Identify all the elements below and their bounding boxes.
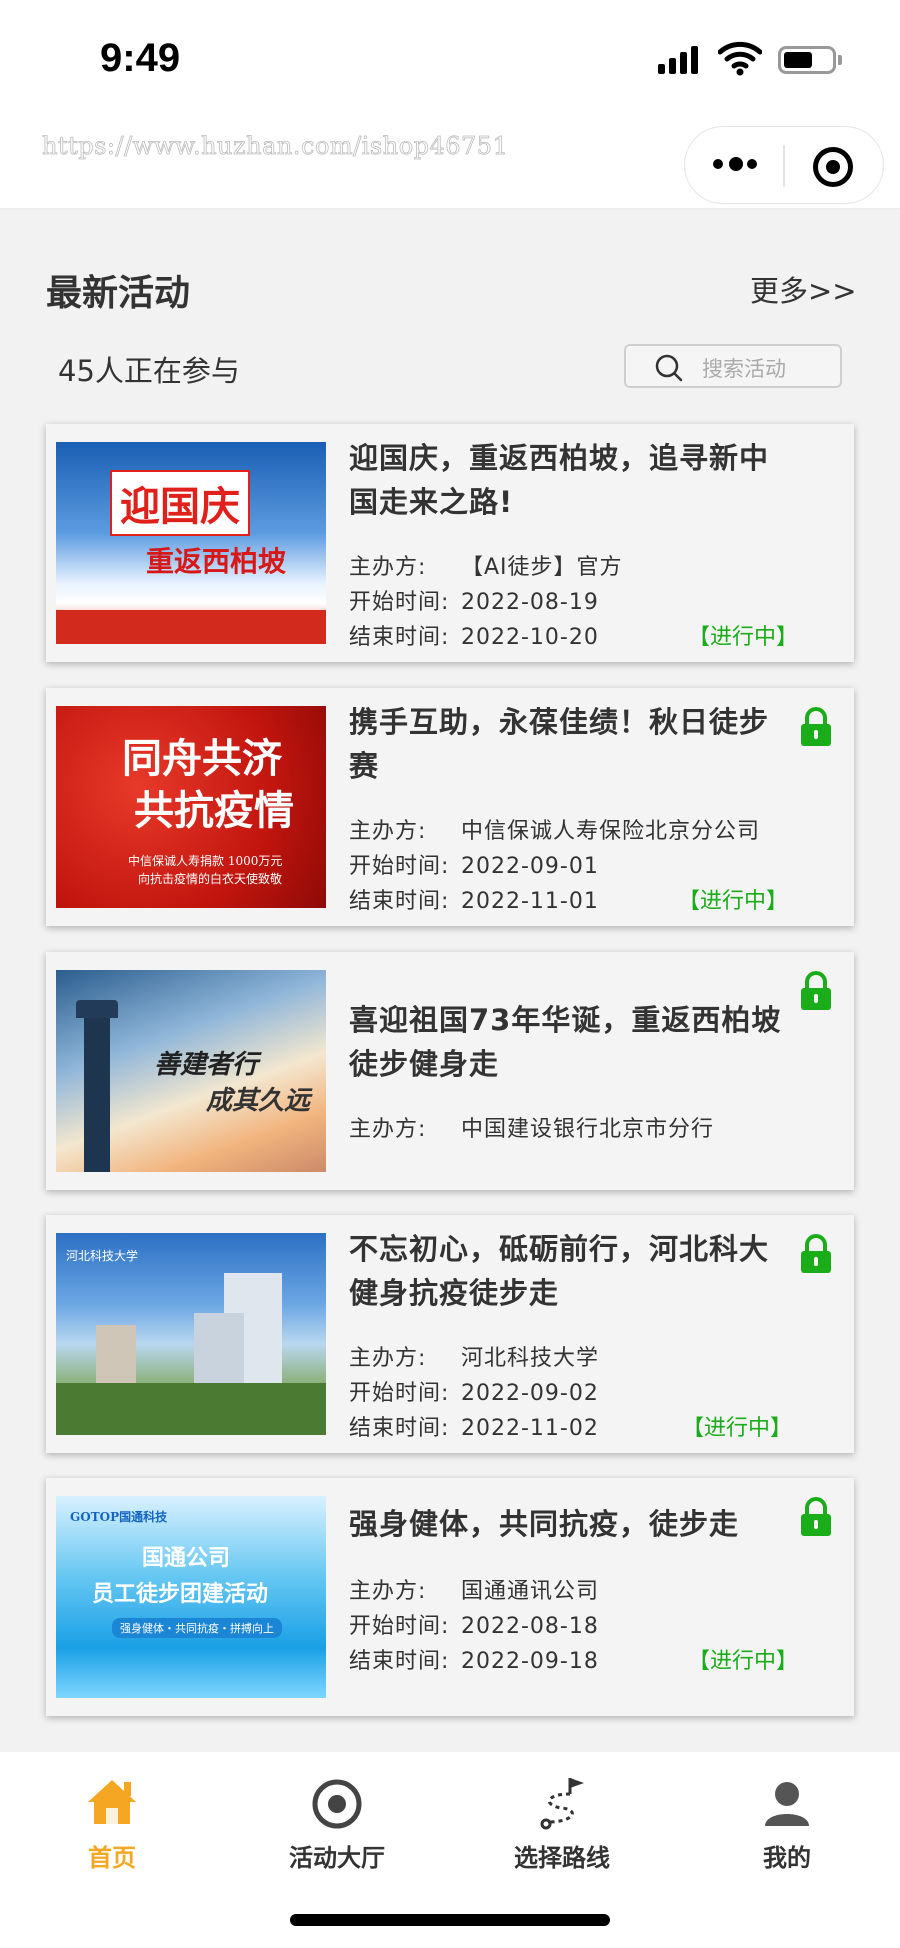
- status-badge: 【进行中】: [678, 889, 789, 914]
- end-label: 结束时间:: [349, 1649, 450, 1674]
- nav-bar: https://www.huzhan.com/ishop46751: [0, 110, 900, 210]
- lock-icon: [801, 1497, 831, 1536]
- end-date: 2022-11-01: [461, 889, 599, 914]
- end-label: 结束时间:: [349, 625, 450, 650]
- image-caption: 同舟共济: [122, 735, 282, 782]
- image-caption: 重返西柏坡: [146, 545, 287, 578]
- organizer-label: 主办方:: [349, 819, 427, 844]
- start-label: 开始时间:: [349, 590, 450, 615]
- close-miniprogram-icon[interactable]: [813, 147, 853, 187]
- activity-image: 善建者行 成其久远: [56, 970, 326, 1172]
- tab-label: 选择路线: [514, 1844, 610, 1872]
- url-watermark: https://www.huzhan.com/ishop46751: [42, 132, 509, 161]
- organizer-label: 主办方:: [349, 1117, 427, 1142]
- organizer-value: 中国建设银行北京市分行: [461, 1117, 715, 1142]
- activity-card[interactable]: 迎国庆 重返西柏坡 迎国庆，重返西柏坡，追寻新中国走来之路! 主办方: 【AI徒步…: [46, 424, 854, 662]
- status-time: 9:49: [100, 36, 181, 80]
- battery-icon: [778, 46, 836, 74]
- organizer-label: 主办方:: [349, 555, 427, 580]
- activity-image: 同舟共济 共抗疫情 中信保诚人寿捐款 1000万元 向抗击疫情的白衣天使致敬: [56, 706, 326, 908]
- activity-card[interactable]: 善建者行 成其久远 喜迎祖国73年华诞，重返西柏坡徒步健身走 主办方: 中国建设银…: [46, 952, 854, 1190]
- activity-card[interactable]: GOTOP国通科技 国通公司 员工徒步团建活动 强身健体・共同抗疫・拼搏向上 强…: [46, 1478, 854, 1716]
- lock-icon: [801, 971, 831, 1010]
- search-placeholder: 搜索活动: [702, 357, 786, 381]
- target-icon: [312, 1779, 362, 1829]
- status-badge: 【进行中】: [688, 625, 799, 650]
- more-link[interactable]: 更多>>: [750, 268, 857, 310]
- organizer-value: 河北科技大学: [461, 1346, 600, 1371]
- activity-title: 不忘初心，砥砺前行，河北科大健身抗疫徒步走: [349, 1232, 770, 1310]
- home-icon: [88, 1780, 136, 1824]
- search-input[interactable]: 搜索活动: [624, 344, 842, 388]
- image-caption: 迎国庆: [110, 470, 250, 536]
- start-label: 开始时间:: [349, 1381, 450, 1406]
- tab-label: 首页: [88, 1844, 136, 1872]
- end-date: 2022-09-18: [461, 1649, 599, 1674]
- tab-activity-hall[interactable]: 活动大厅: [247, 1766, 427, 1876]
- organizer-value: 国通通讯公司: [461, 1579, 600, 1604]
- start-label: 开始时间:: [349, 1614, 450, 1639]
- status-badge: 【进行中】: [682, 1416, 793, 1441]
- image-caption: 善建者行: [154, 1050, 259, 1080]
- user-icon: [765, 1782, 809, 1826]
- start-date: 2022-08-18: [461, 1614, 599, 1639]
- end-label: 结束时间:: [349, 1416, 450, 1441]
- status-bar: 9:49: [0, 0, 900, 110]
- image-caption: 共抗疫情: [134, 787, 294, 834]
- end-date: 2022-11-02: [461, 1416, 599, 1441]
- organizer-value: 【AI徒步】官方: [461, 555, 623, 580]
- image-caption: 成其久远: [206, 1086, 311, 1116]
- organizer-value: 中信保诚人寿保险北京分公司: [461, 819, 761, 844]
- end-date: 2022-10-20: [461, 625, 599, 650]
- activity-title: 喜迎祖国73年华诞，重返西柏坡徒步健身走: [349, 1003, 782, 1081]
- activity-card[interactable]: 同舟共济 共抗疫情 中信保诚人寿捐款 1000万元 向抗击疫情的白衣天使致敬 携…: [46, 688, 854, 926]
- image-caption: 河北科技大学: [66, 1249, 139, 1263]
- image-caption: 中信保诚人寿捐款 1000万元: [128, 854, 283, 868]
- end-label: 结束时间:: [349, 889, 450, 914]
- activity-title: 携手互助，永葆佳绩！秋日徒步赛: [349, 705, 770, 783]
- tab-label: 我的: [763, 1844, 811, 1872]
- status-badge: 【进行中】: [688, 1649, 799, 1674]
- search-icon: [655, 354, 683, 382]
- activity-card[interactable]: 河北科技大学 不忘初心，砥砺前行，河北科大健身抗疫徒步走 主办方: 河北科技大学 …: [46, 1215, 854, 1453]
- activity-title: 强身健体，共同抗疫，徒步走: [349, 1507, 740, 1541]
- activity-image: 迎国庆 重返西柏坡: [56, 442, 326, 644]
- participant-count: 45人正在参与: [58, 354, 240, 388]
- tab-profile[interactable]: 我的: [697, 1766, 877, 1876]
- wifi-icon: [718, 41, 762, 76]
- section-title: 最新活动: [46, 273, 191, 314]
- activity-image: 河北科技大学: [56, 1233, 326, 1435]
- organizer-label: 主办方:: [349, 1579, 427, 1604]
- lock-icon: [801, 1234, 831, 1273]
- image-caption: 员工徒步团建活动: [92, 1581, 269, 1607]
- image-caption: 强身健体・共同抗疫・拼搏向上: [112, 1618, 282, 1638]
- route-icon: [540, 1778, 584, 1830]
- start-date: 2022-08-19: [461, 590, 599, 615]
- image-caption: 向抗击疫情的白衣天使致敬: [138, 872, 283, 886]
- signal-icon: [658, 44, 702, 74]
- lock-icon: [801, 707, 831, 746]
- miniprogram-capsule: [684, 126, 884, 204]
- start-date: 2022-09-02: [461, 1381, 599, 1406]
- start-label: 开始时间:: [349, 854, 450, 879]
- home-indicator: [290, 1914, 610, 1926]
- image-caption: GOTOP国通科技: [70, 1510, 168, 1524]
- activity-title: 迎国庆，重返西柏坡，追寻新中国走来之路!: [349, 441, 770, 519]
- start-date: 2022-09-01: [461, 854, 599, 879]
- image-caption: 国通公司: [142, 1545, 231, 1571]
- organizer-label: 主办方:: [349, 1346, 427, 1371]
- tab-select-route[interactable]: 选择路线: [472, 1766, 652, 1876]
- activity-image: GOTOP国通科技 国通公司 员工徒步团建活动 强身健体・共同抗疫・拼搏向上: [56, 1496, 326, 1698]
- tab-label: 活动大厅: [289, 1844, 385, 1872]
- tab-home[interactable]: 首页: [22, 1766, 202, 1876]
- more-menu-icon[interactable]: [713, 155, 759, 175]
